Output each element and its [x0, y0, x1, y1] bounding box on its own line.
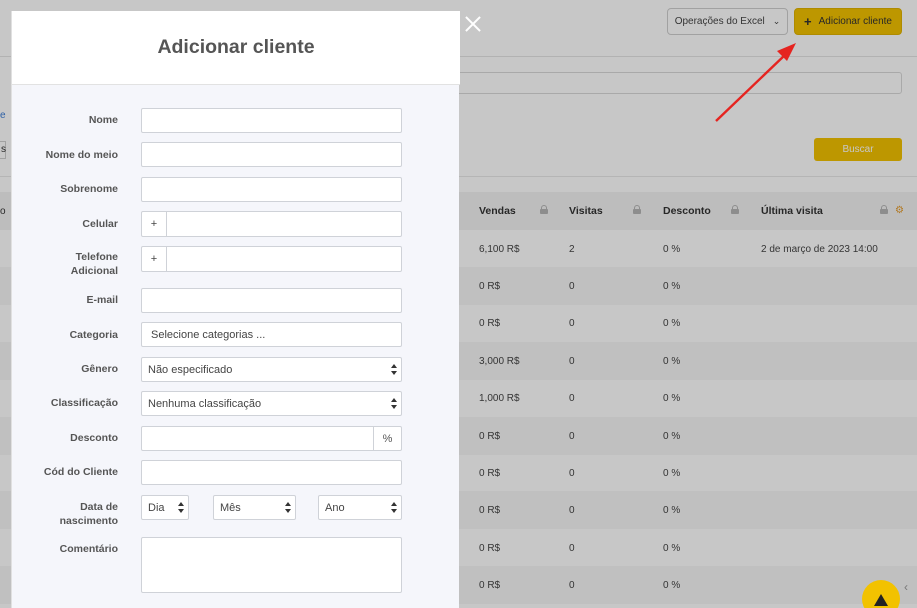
gender-select[interactable]: Não especificado — [141, 357, 402, 382]
mobile-input[interactable]: + — [141, 211, 402, 237]
classification-select[interactable]: Nenhuma classificação — [141, 391, 402, 416]
modal-title: Adicionar cliente — [157, 36, 315, 58]
discount-input[interactable]: % — [141, 426, 402, 451]
label-comment: Comentário — [59, 543, 118, 555]
birth-year-value: Ano — [325, 501, 345, 514]
phone-prefix: + — [142, 247, 167, 271]
label-mobile: Celular — [82, 218, 118, 230]
percent-suffix: % — [373, 427, 401, 450]
email-input[interactable] — [141, 288, 402, 313]
label-middle-name: Nome do meio — [45, 149, 118, 161]
first-name-input[interactable] — [141, 108, 402, 133]
close-icon[interactable] — [463, 14, 483, 34]
phone-prefix: + — [142, 212, 167, 236]
select-arrows-icon — [391, 502, 397, 514]
extra-phone-input[interactable]: + — [141, 246, 402, 272]
select-arrows-icon — [178, 502, 184, 514]
label-birth-date: Data de nascimento — [22, 500, 118, 528]
label-birth-line2: nascimento — [59, 515, 118, 527]
birth-month-value: Mês — [220, 501, 241, 514]
label-client-code: Cód do Cliente — [43, 466, 118, 478]
select-arrows-icon — [391, 398, 397, 410]
birth-day-value: Dia — [148, 501, 165, 514]
label-classification: Classificação — [50, 397, 118, 409]
label-first-name: Nome — [88, 114, 118, 126]
label-last-name: Sobrenome — [60, 183, 118, 195]
label-discount: Desconto — [70, 432, 118, 444]
last-name-input[interactable] — [141, 177, 402, 202]
birth-day-select[interactable]: Dia — [141, 495, 189, 520]
gender-value: Não especificado — [148, 363, 233, 376]
select-arrows-icon — [391, 364, 397, 376]
middle-name-input[interactable] — [141, 142, 402, 167]
label-birth-line1: Data de — [80, 501, 118, 513]
birth-year-select[interactable]: Ano — [318, 495, 402, 520]
modal-header: Adicionar cliente — [12, 11, 460, 85]
label-gender: Gênero — [81, 363, 118, 375]
label-extra-phone: Telefone Adicional — [22, 250, 118, 278]
category-placeholder: Selecione categorias ... — [151, 328, 266, 341]
chevron-left-icon[interactable]: ‹ — [904, 580, 908, 594]
add-client-modal: Adicionar cliente Nome Nome do meio Sobr… — [11, 11, 460, 608]
label-category: Categoria — [69, 329, 118, 341]
client-code-input[interactable] — [141, 460, 402, 485]
label-email: E-mail — [86, 294, 118, 306]
label-extra-phone-line2: Adicional — [70, 265, 118, 277]
select-arrows-icon — [285, 502, 291, 514]
label-extra-phone-line1: Telefone — [75, 251, 118, 263]
comment-textarea[interactable] — [141, 537, 402, 593]
category-select[interactable]: Selecione categorias ... — [141, 322, 402, 347]
classification-value: Nenhuma classificação — [148, 397, 262, 410]
birth-month-select[interactable]: Mês — [213, 495, 296, 520]
